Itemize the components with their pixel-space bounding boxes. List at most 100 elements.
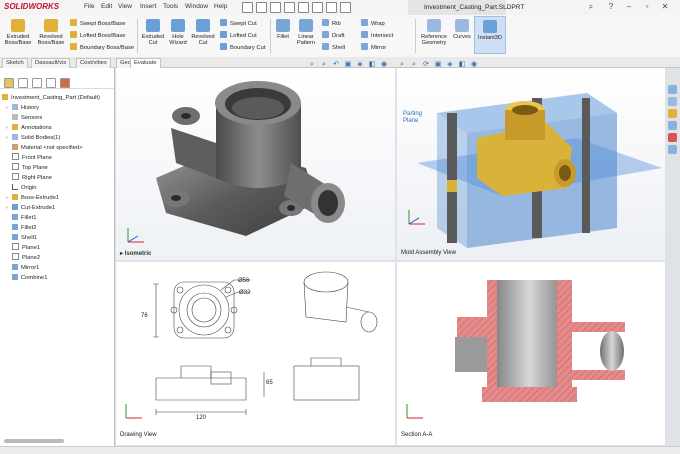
swept-boss-button[interactable]: Swept Boss/Base	[70, 19, 125, 27]
tree-item[interactable]: Plane2	[6, 253, 40, 263]
home-icon[interactable]	[668, 85, 677, 94]
reference-geometry-button[interactable]: Reference Geometry	[418, 19, 450, 47]
tab-cost-vities[interactable]: Cost/vities	[76, 58, 111, 68]
tree-item[interactable]: › Cut-Extrude1	[6, 203, 55, 213]
extruded-boss-button[interactable]: Extruded Boss/Base	[2, 19, 34, 47]
hole-wizard-button[interactable]: Hole Wizard	[165, 19, 191, 47]
menu-file[interactable]: File	[84, 3, 94, 10]
tree-item[interactable]: Front Plane	[6, 153, 52, 163]
tree-item[interactable]: › Boss-Extrude1	[6, 193, 59, 203]
tree-item-label: Solid Bodies(1)	[21, 135, 61, 141]
viewport-section[interactable]: Section A-A	[397, 262, 665, 445]
select-icon[interactable]	[312, 2, 323, 13]
menu-tools[interactable]: Tools	[163, 3, 178, 10]
menu-window[interactable]: Window	[185, 3, 208, 10]
display-manager-icon[interactable]	[60, 78, 70, 88]
viewport-isometric[interactable]: ▸ Isometric	[116, 68, 395, 260]
wrap-label: Wrap	[371, 21, 385, 27]
minimize-icon[interactable]: –	[624, 2, 634, 12]
isometric-part-model	[156, 81, 345, 236]
tree-item-label: Material <not specified>	[21, 145, 83, 151]
tree-item[interactable]: Right Plane	[6, 173, 52, 183]
curves-button[interactable]: Curves	[451, 19, 473, 40]
tree-item[interactable]: Shell1	[6, 233, 37, 243]
shell-button[interactable]: Shell	[322, 43, 345, 51]
fillet-button[interactable]: Fillet	[273, 19, 293, 40]
tree-root[interactable]: Investment_Casting_Part (Default)	[2, 93, 100, 103]
ribbon-divider	[415, 19, 416, 53]
new-icon[interactable]	[242, 2, 253, 13]
resources-icon[interactable]	[668, 97, 677, 106]
tree-item-label: Combine1	[21, 275, 48, 281]
tree-item[interactable]: Sensors	[6, 113, 42, 123]
shell-label: Shell	[332, 45, 345, 51]
search-icon[interactable]: ⌕	[586, 2, 596, 12]
tab-dassault-vis[interactable]: Dassault/vis	[31, 58, 71, 68]
options-icon[interactable]	[340, 2, 351, 13]
menu-view[interactable]: View	[118, 3, 132, 10]
instant3d-button[interactable]: Instant3D	[474, 16, 506, 54]
appearances-icon[interactable]	[668, 133, 677, 142]
design-library-icon[interactable]	[668, 109, 677, 118]
boundary-cut-button[interactable]: Boundary Cut	[220, 43, 265, 51]
lofted-cut-button[interactable]: Lofted Cut	[220, 31, 257, 39]
viewport-mold-assembly[interactable]: Parting Plane Mold Assembly View	[397, 68, 665, 260]
annotations-icon	[12, 124, 18, 130]
linear-pattern-button[interactable]: Linear Pattern	[294, 19, 318, 47]
extruded-cut-icon	[146, 19, 160, 32]
draft-button[interactable]: Draft	[322, 31, 345, 39]
restore-icon[interactable]: ▫	[642, 2, 652, 12]
lofted-boss-button[interactable]: Lofted Boss/Base	[70, 31, 125, 39]
viewport-label-isometric: ▸ Isometric	[120, 251, 152, 257]
tree-item[interactable]: Origin	[6, 183, 36, 193]
tree-item[interactable]: › History	[6, 103, 39, 113]
revolved-cut-button[interactable]: Revolved Cut	[189, 19, 217, 47]
tree-item[interactable]: Fillet1	[6, 213, 36, 223]
feature-manager-icon[interactable]	[4, 78, 14, 88]
save-icon[interactable]	[270, 2, 281, 13]
mirror-button[interactable]: Mirror	[361, 43, 386, 51]
tree-item[interactable]: Fillet2	[6, 223, 36, 233]
print-icon[interactable]	[284, 2, 295, 13]
custom-properties-icon[interactable]	[668, 145, 677, 154]
boundary-boss-icon	[70, 43, 77, 50]
viewport-drawing[interactable]: Ø56 Ø32 76 120 65 Drawing View	[116, 262, 395, 445]
boundary-boss-button[interactable]: Boundary Boss/Base	[70, 43, 134, 51]
swept-cut-button[interactable]: Swept Cut	[220, 19, 257, 27]
tab-sketch[interactable]: Sketch	[2, 58, 28, 68]
fillet-icon	[12, 214, 18, 220]
property-manager-icon[interactable]	[18, 78, 28, 88]
intersect-button[interactable]: Intersect	[361, 31, 393, 39]
menu-insert[interactable]: Insert	[140, 3, 156, 10]
tab-evaluate[interactable]: Evaluate	[130, 58, 161, 68]
extruded-cut-label: Extruded Cut	[141, 34, 165, 47]
title-bar: SOLIDWORKS File Edit View Insert Tools W…	[0, 0, 680, 16]
rib-button[interactable]: Rib	[322, 19, 341, 27]
triad-icon	[406, 404, 423, 419]
configuration-manager-icon[interactable]	[32, 78, 42, 88]
dimxpert-icon[interactable]	[46, 78, 56, 88]
tree-item-label: Plane1	[22, 245, 41, 251]
tree-scrollbar[interactable]	[4, 439, 64, 443]
close-icon[interactable]: ✕	[660, 2, 670, 12]
tree-item[interactable]: Mirror1	[6, 263, 39, 273]
tree-item[interactable]: Material <not specified>	[6, 143, 83, 153]
rebuild-icon[interactable]	[326, 2, 337, 13]
undo-icon[interactable]	[298, 2, 309, 13]
hole-wizard-label: Hole Wizard	[169, 34, 187, 47]
tree-item[interactable]: › Solid Bodies(1)	[6, 133, 60, 143]
triad-icon	[408, 210, 425, 225]
tree-item[interactable]: Combine1	[6, 273, 47, 283]
wrap-button[interactable]: Wrap	[361, 19, 385, 27]
menu-edit[interactable]: Edit	[101, 3, 112, 10]
swept-cut-label: Swept Cut	[230, 21, 257, 27]
extruded-cut-button[interactable]: Extruded Cut	[140, 19, 166, 47]
open-icon[interactable]	[256, 2, 267, 13]
tree-item[interactable]: Plane1	[6, 243, 40, 253]
tree-item[interactable]: Top Plane	[6, 163, 48, 173]
file-explorer-icon[interactable]	[668, 121, 677, 130]
revolved-boss-button[interactable]: Revolved Boss/Base	[35, 19, 67, 47]
menu-help[interactable]: Help	[214, 3, 227, 10]
help-icon[interactable]: ?	[606, 2, 616, 12]
tree-item[interactable]: › Annotations	[6, 123, 52, 133]
